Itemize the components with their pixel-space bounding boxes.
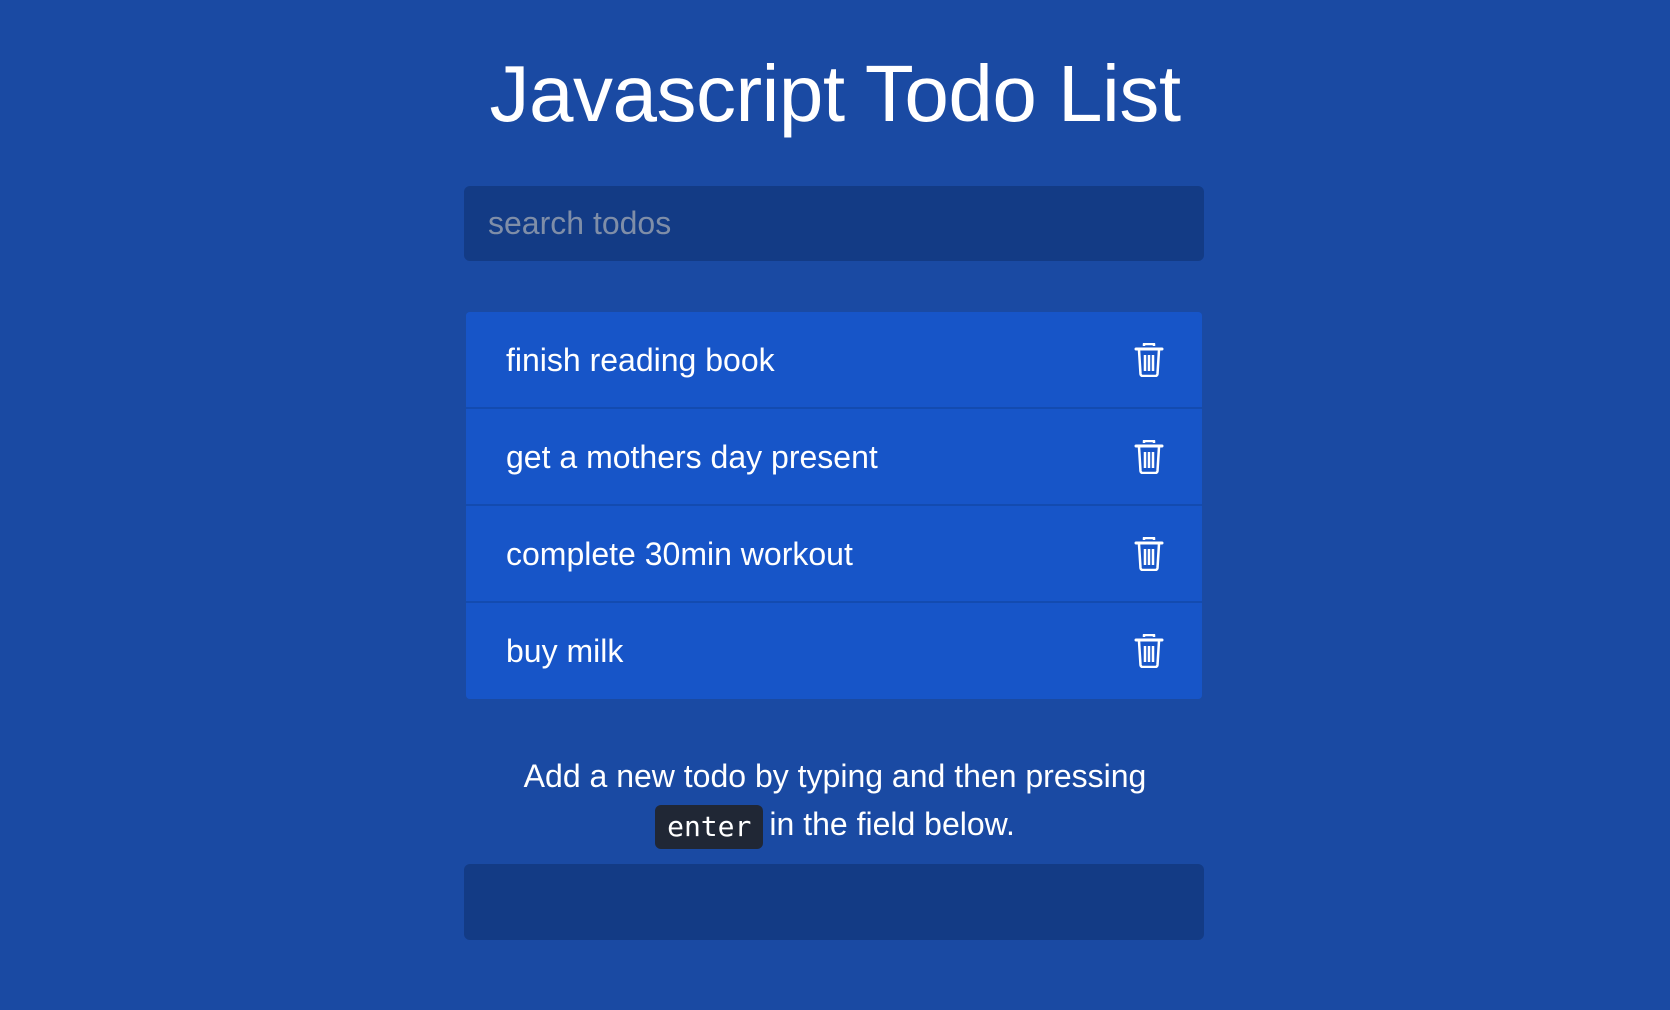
todo-text: buy milk xyxy=(506,633,624,669)
enter-key-badge: enter xyxy=(655,804,764,849)
todo-list: finish reading book get a mothers day pr… xyxy=(466,312,1202,699)
instructions-line-1: Add a new todo by typing and then pressi… xyxy=(523,758,1147,794)
todo-text: finish reading book xyxy=(506,341,775,378)
page-title: Javascript Todo List xyxy=(489,49,1181,138)
search-container xyxy=(464,186,1204,261)
add-todo-container xyxy=(464,864,1204,940)
list-item: finish reading book xyxy=(466,312,1202,409)
list-item: complete 30min workout xyxy=(466,506,1202,603)
list-item: get a mothers day present xyxy=(466,409,1202,506)
todo-text: complete 30min workout xyxy=(506,535,853,572)
trash-icon[interactable] xyxy=(1134,342,1164,377)
search-input[interactable] xyxy=(464,186,1204,261)
instructions-line-2: in the field below. xyxy=(769,806,1015,842)
add-todo-input[interactable] xyxy=(464,864,1204,940)
todo-text: get a mothers day present xyxy=(506,438,878,475)
trash-icon[interactable] xyxy=(1134,536,1164,571)
todo-app: Javascript Todo List finish reading book… xyxy=(0,0,1670,1010)
list-item: buy milk xyxy=(466,603,1202,699)
add-todo-instructions: Add a new todo by typing and then pressi… xyxy=(0,752,1670,849)
trash-icon[interactable] xyxy=(1134,439,1164,474)
trash-icon[interactable] xyxy=(1134,634,1164,668)
